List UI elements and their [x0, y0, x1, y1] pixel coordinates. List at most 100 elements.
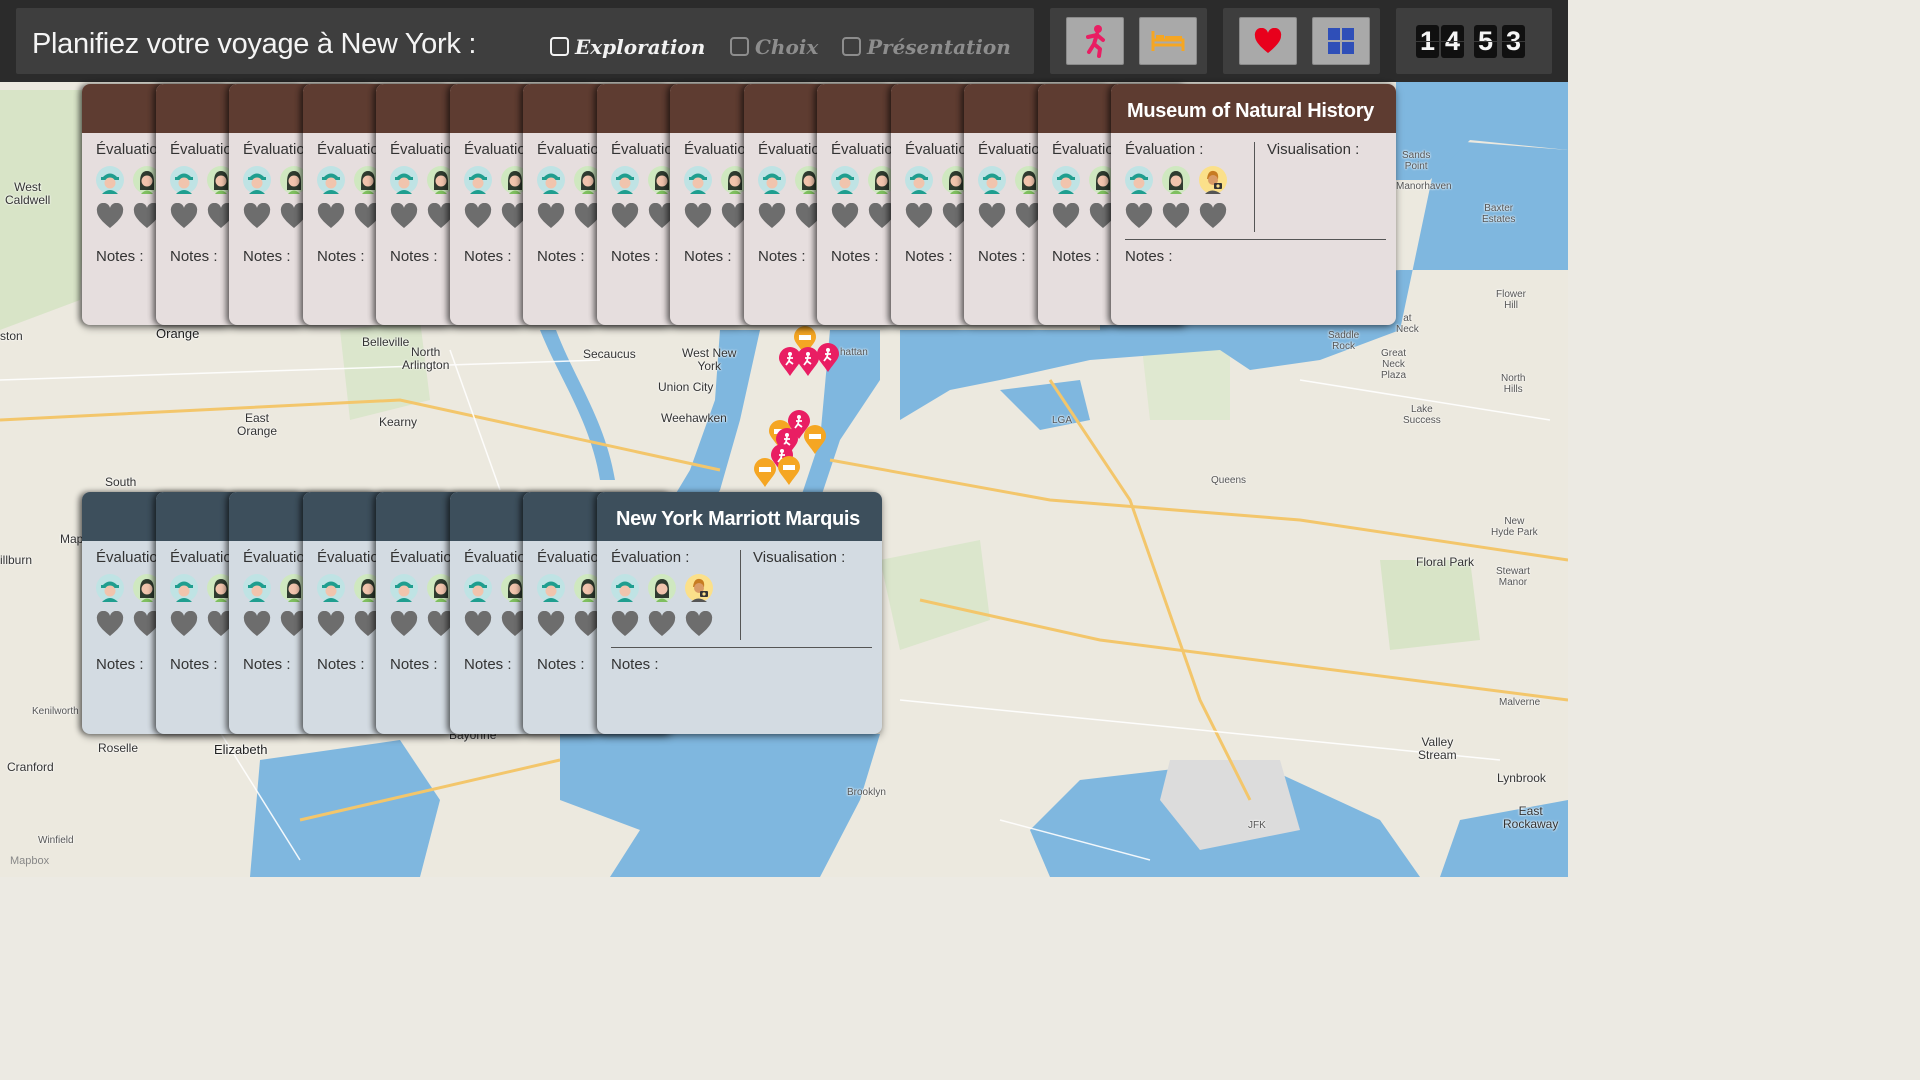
- traveler-avatar-icon[interactable]: [390, 574, 418, 602]
- hotel-map-marker[interactable]: [753, 458, 777, 488]
- map-place-label: at Neck: [1396, 313, 1419, 335]
- friend-avatar-icon[interactable]: [1162, 166, 1190, 194]
- map-place-label: Union City: [658, 380, 714, 394]
- traveler-avatar-icon[interactable]: [537, 166, 565, 194]
- traveler-avatar-icon[interactable]: [464, 166, 492, 194]
- map-place-label: ston: [0, 329, 23, 343]
- map-place-label: Lake Success: [1403, 404, 1441, 426]
- notes-label: Notes :: [831, 248, 879, 265]
- notes-label: Notes :: [170, 248, 218, 265]
- heart-icon[interactable]: [464, 203, 492, 229]
- rating-hearts: [611, 611, 722, 637]
- heart-icon[interactable]: [611, 203, 639, 229]
- traveler-avatar-icon[interactable]: [537, 574, 565, 602]
- traveler-avatar-icon[interactable]: [611, 574, 639, 602]
- attractions-button[interactable]: [1066, 17, 1124, 65]
- heart-icon[interactable]: [685, 611, 713, 637]
- counter-display: 1 4 5 3: [1396, 8, 1552, 74]
- map-place-label: illburn: [0, 553, 33, 567]
- heart-icon[interactable]: [390, 203, 418, 229]
- mode-presentation-checkbox[interactable]: Présentation: [842, 35, 1011, 59]
- heart-icon[interactable]: [537, 203, 565, 229]
- heart-icon[interactable]: [1052, 203, 1080, 229]
- friend-avatar-icon[interactable]: [648, 574, 676, 602]
- heart-icon[interactable]: [390, 611, 418, 637]
- counter-digit: 1: [1416, 25, 1439, 58]
- photographer-avatar-icon[interactable]: [1199, 166, 1227, 194]
- hotel-map-marker[interactable]: [777, 456, 801, 486]
- mode-label: Présentation: [867, 35, 1011, 59]
- heart-icon[interactable]: [648, 611, 676, 637]
- map-place-label: LGA: [1052, 415, 1073, 426]
- view-button-group: [1223, 8, 1380, 74]
- mode-choix-checkbox[interactable]: Choix: [730, 35, 818, 59]
- map-place-label: Map: [60, 532, 84, 546]
- heart-icon[interactable]: [317, 611, 345, 637]
- heart-icon[interactable]: [611, 611, 639, 637]
- heart-icon[interactable]: [317, 203, 345, 229]
- traveler-avatar-icon[interactable]: [243, 574, 271, 602]
- map-place-label: Kenilworth: [32, 706, 79, 717]
- traveler-avatar-icon[interactable]: [170, 166, 198, 194]
- map-place-label: Malverne: [1499, 697, 1541, 708]
- map-place-label: Stewart Manor: [1496, 566, 1530, 588]
- traveler-avatar-icon[interactable]: [96, 166, 124, 194]
- notes-label: Notes :: [464, 248, 512, 265]
- heart-icon[interactable]: [537, 611, 565, 637]
- grid-icon: [1328, 28, 1354, 54]
- traveler-avatar-icon[interactable]: [317, 166, 345, 194]
- heart-icon[interactable]: [978, 203, 1006, 229]
- heart-icon[interactable]: [243, 203, 271, 229]
- favorites-button[interactable]: [1239, 17, 1297, 65]
- map-place-label: JFK: [1248, 820, 1266, 831]
- heart-icon[interactable]: [831, 203, 859, 229]
- traveler-avatar-icon[interactable]: [831, 166, 859, 194]
- hotel-card[interactable]: New York Marriott Marquis Évaluation : Not…: [597, 492, 882, 734]
- heart-icon[interactable]: [1162, 203, 1190, 229]
- traveler-avatar-icon[interactable]: [170, 574, 198, 602]
- traveler-avatar-icon[interactable]: [243, 166, 271, 194]
- notes-label: Notes :: [611, 656, 659, 673]
- notes-label: Notes :: [611, 248, 659, 265]
- evaluation-label: Évaluatio: [1052, 141, 1114, 158]
- rating-hearts: [1125, 203, 1236, 229]
- traveler-avatar-icon[interactable]: [464, 574, 492, 602]
- traveler-avatar-icon[interactable]: [1125, 166, 1153, 194]
- attraction-card[interactable]: Museum of Natural History Évaluation : Not…: [1111, 84, 1396, 325]
- traveler-avatar-icon[interactable]: [758, 166, 786, 194]
- heart-icon[interactable]: [905, 203, 933, 229]
- photographer-avatar-icon[interactable]: [685, 574, 713, 602]
- heart-icon[interactable]: [170, 203, 198, 229]
- heart-icon[interactable]: [1125, 203, 1153, 229]
- hotels-button[interactable]: [1139, 17, 1197, 65]
- card-title: New York Marriott Marquis: [615, 508, 860, 530]
- traveler-avatar-icon[interactable]: [905, 166, 933, 194]
- notes-label: Notes :: [758, 248, 806, 265]
- traveler-avatar-icon[interactable]: [1052, 166, 1080, 194]
- card-title: Museum of Natural History: [1127, 100, 1374, 122]
- heart-icon[interactable]: [464, 611, 492, 637]
- attraction-map-marker[interactable]: [816, 343, 840, 373]
- heart-icon[interactable]: [170, 611, 198, 637]
- traveler-avatar-icon[interactable]: [390, 166, 418, 194]
- traveler-avatar-icon[interactable]: [684, 166, 712, 194]
- evaluation-label: Évaluatio: [684, 141, 746, 158]
- notes-label: Notes :: [96, 248, 144, 265]
- traveler-avatar-icon[interactable]: [317, 574, 345, 602]
- heart-icon[interactable]: [96, 203, 124, 229]
- heart-icon[interactable]: [96, 611, 124, 637]
- heart-icon: [1254, 28, 1282, 53]
- grid-view-button[interactable]: [1312, 17, 1370, 65]
- visualisation-label: Visualisation :: [753, 549, 846, 566]
- heart-icon[interactable]: [243, 611, 271, 637]
- traveler-avatar-icon[interactable]: [978, 166, 1006, 194]
- traveler-avatar-icon[interactable]: [96, 574, 124, 602]
- hotel-map-marker[interactable]: [803, 425, 827, 455]
- traveler-avatar-icon[interactable]: [611, 166, 639, 194]
- heart-icon[interactable]: [758, 203, 786, 229]
- heart-icon[interactable]: [1199, 203, 1227, 229]
- heart-icon[interactable]: [684, 203, 712, 229]
- map-place-label: Roselle: [98, 741, 139, 755]
- mode-exploration-checkbox[interactable]: Exploration: [550, 35, 705, 59]
- notes-label: Notes :: [96, 656, 144, 673]
